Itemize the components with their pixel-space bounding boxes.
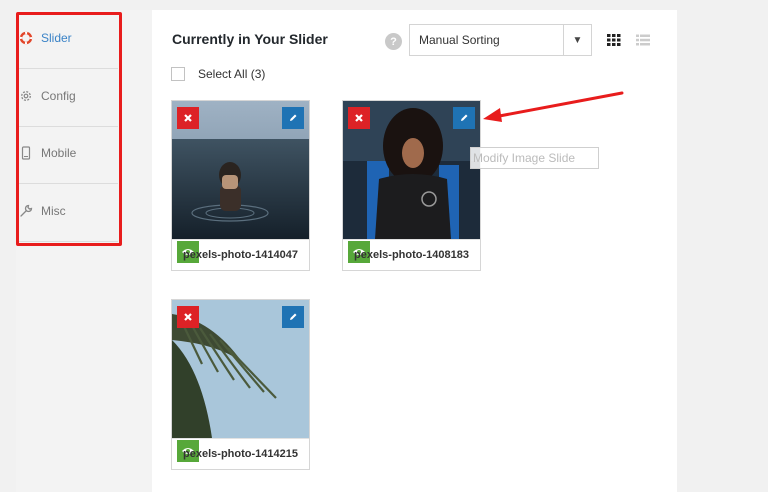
help-icon[interactable]: ?: [385, 33, 402, 50]
annotation-highlight-box: [16, 12, 122, 246]
sort-select-value: Manual Sorting: [419, 33, 500, 47]
delete-slide-button[interactable]: [177, 306, 199, 328]
edit-slide-button[interactable]: [453, 107, 475, 129]
delete-slide-button[interactable]: [348, 107, 370, 129]
tooltip: Modify Image Slide: [470, 147, 599, 169]
slide-card: pexels-photo-1408183: [342, 100, 481, 271]
pencil-icon: [290, 114, 297, 121]
slide-caption: pexels-photo-1414047: [172, 239, 309, 270]
sort-select[interactable]: Manual Sorting ▼: [409, 24, 592, 56]
pencil-icon: [290, 313, 297, 320]
list-view-icon[interactable]: [635, 32, 651, 48]
chevron-down-icon[interactable]: ▼: [563, 25, 591, 55]
select-all-label[interactable]: Select All (3): [198, 67, 265, 81]
annotation-arrow: [483, 91, 624, 122]
grid-view-icon[interactable]: [606, 32, 622, 48]
edit-slide-button[interactable]: [282, 306, 304, 328]
pencil-icon: [461, 114, 468, 121]
edit-slide-button[interactable]: [282, 107, 304, 129]
close-icon: [184, 313, 192, 321]
select-all-checkbox[interactable]: [171, 67, 185, 81]
slide-caption: pexels-photo-1408183: [343, 239, 480, 270]
slide-card: pexels-photo-1414047: [171, 100, 310, 271]
close-icon: [184, 114, 192, 122]
slide-caption: pexels-photo-1414215: [172, 438, 309, 469]
delete-slide-button[interactable]: [177, 107, 199, 129]
slide-card: pexels-photo-1414215: [171, 299, 310, 470]
page-title: Currently in Your Slider: [172, 31, 328, 47]
close-icon: [355, 114, 363, 122]
